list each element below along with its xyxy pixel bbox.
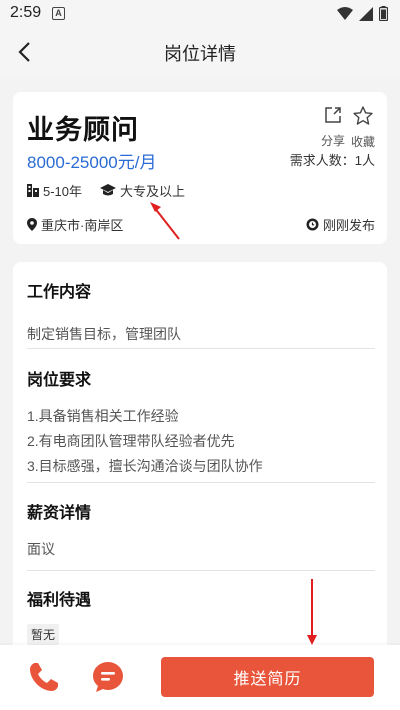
chat-button[interactable] [92, 661, 124, 693]
divider [27, 348, 375, 349]
notification-icon: A [52, 7, 65, 20]
headcount: 需求人数：1人 [289, 153, 375, 168]
system-icons [337, 6, 388, 21]
list-item: 3.目标感强，擅长沟通洽谈与团队协作 [27, 458, 263, 474]
section-title: 薪资详情 [27, 505, 92, 522]
share-button[interactable]: 分享 [319, 106, 347, 149]
section-requirements: 岗位要求 1.具备销售相关工作经验 2.有电商团队管理带队经验者优先 3.目标感… [27, 366, 375, 479]
signal-icon [359, 6, 373, 21]
building-icon [27, 184, 39, 197]
phone-icon [30, 663, 58, 691]
list-item: 1.具备销售相关工作经验 [27, 408, 179, 424]
job-title: 业务顾问 [27, 115, 139, 145]
status-time: 2:59 [10, 4, 42, 21]
benefit-tag: 暂无 [27, 624, 60, 645]
section-job-content: 工作内容 制定销售目标，管理团队 [27, 278, 375, 347]
job-detail-card: 工作内容 制定销售目标，管理团队 岗位要求 1.具备销售相关工作经验 2.有电商… [13, 262, 387, 652]
favorite-label: 收藏 [350, 135, 375, 149]
status-bar: 2:59 A [0, 0, 400, 28]
favorite-button[interactable]: 收藏 [348, 106, 378, 150]
wifi-icon [337, 6, 353, 20]
share-icon [325, 107, 341, 123]
divider [27, 570, 375, 571]
call-button[interactable] [28, 661, 62, 695]
experience-item: 5-10年 [27, 181, 82, 200]
location-text: 重庆市·南岸区 [41, 218, 124, 233]
experience-text: 5-10年 [43, 184, 83, 199]
nav-header: 岗位详情 [0, 28, 400, 76]
section-text: 面议 [27, 541, 55, 557]
bottom-action-bar: 推送简历 [0, 645, 400, 710]
chat-bubble-icon [93, 662, 123, 692]
posted-time: 刚刚发布 [306, 215, 375, 234]
section-title: 岗位要求 [27, 372, 92, 389]
graduation-cap-icon [100, 184, 117, 196]
list-item: 2.有电商团队管理带队经验者优先 [27, 433, 235, 449]
section-salary-detail: 薪资详情 面议 [27, 499, 375, 562]
section-title: 福利待遇 [27, 592, 92, 609]
divider [27, 482, 375, 483]
clock-icon [306, 218, 319, 231]
send-resume-button[interactable]: 推送简历 [161, 657, 374, 697]
education-item: 大专及以上 [100, 181, 185, 200]
requirements-list: 1.具备销售相关工作经验 2.有电商团队管理带队经验者优先 3.目标感强，擅长沟… [27, 404, 375, 479]
education-text: 大专及以上 [120, 184, 186, 199]
battery-icon [379, 6, 388, 21]
section-title: 工作内容 [27, 284, 92, 301]
posted-text: 刚刚发布 [322, 218, 375, 233]
share-label: 分享 [320, 134, 345, 148]
section-text: 制定销售目标，管理团队 [27, 326, 181, 342]
job-summary-card: 业务顾问 8000-25000元/月 分享 收藏 需求人数：1人 5-10年 大… [13, 92, 387, 244]
star-icon [353, 106, 373, 125]
location-row: 重庆市·南岸区 [27, 215, 123, 234]
page-title: 岗位详情 [164, 44, 236, 64]
section-benefits: 福利待遇 暂无 [27, 586, 375, 645]
job-meta-row: 5-10年 大专及以上 [27, 181, 203, 200]
salary: 8000-25000元/月 [27, 153, 157, 172]
location-pin-icon [27, 218, 37, 231]
